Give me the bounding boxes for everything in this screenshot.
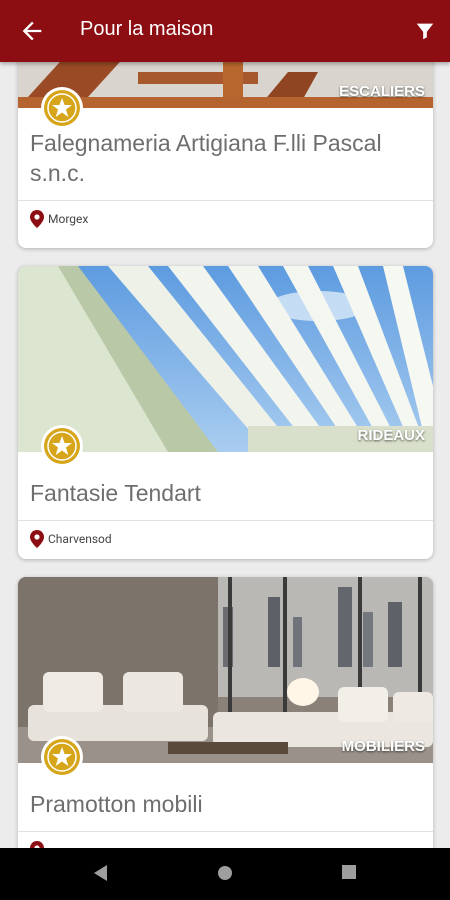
featured-star-icon	[41, 736, 83, 778]
business-name: Fantasie Tendart	[30, 480, 201, 506]
system-navigation-bar	[0, 848, 450, 900]
location-text: Charvensod	[48, 532, 112, 546]
app-bar: Pour la maison	[0, 0, 450, 62]
location-pin-icon	[30, 210, 44, 228]
location-row: Charvensod	[18, 521, 433, 557]
recents-square-icon[interactable]	[342, 865, 356, 879]
location-row	[18, 832, 433, 848]
featured-star-icon	[41, 425, 83, 467]
back-triangle-icon[interactable]	[94, 865, 108, 881]
list-item[interactable]: ESCALIERS Falegnameria Artigiana F.lli P…	[18, 62, 433, 248]
featured-star-icon	[41, 87, 83, 129]
category-label: MOBILIERS	[341, 738, 425, 755]
category-label: ESCALIERS	[339, 83, 425, 100]
business-name: Falegnameria Artigiana F.lli Pascal s.n.…	[30, 130, 382, 186]
list-item[interactable]: MOBILIERS Pramotton mobili	[18, 577, 433, 848]
back-arrow-icon[interactable]	[18, 17, 46, 45]
category-label: RIDEAUX	[357, 427, 425, 444]
business-name: Pramotton mobili	[30, 791, 203, 817]
home-circle-icon[interactable]	[217, 865, 233, 881]
filter-icon[interactable]	[414, 20, 436, 42]
location-text: Morgex	[48, 212, 89, 226]
location-row: Morgex	[18, 201, 433, 237]
location-pin-icon	[30, 530, 44, 548]
list-item[interactable]: RIDEAUX Fantasie Tendart Charvensod	[18, 266, 433, 559]
content-list[interactable]: ESCALIERS Falegnameria Artigiana F.lli P…	[0, 62, 450, 848]
page-title: Pour la maison	[80, 18, 214, 40]
location-pin-icon	[30, 841, 44, 848]
